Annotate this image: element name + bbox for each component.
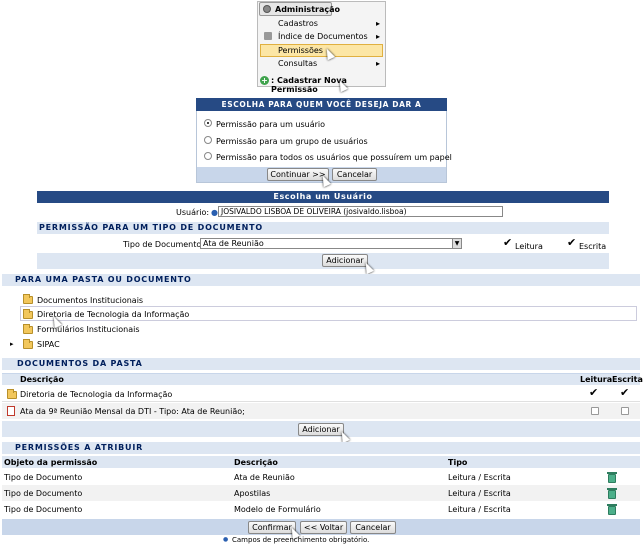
radio-role-label: Permissão para todos os usuários que pos… (216, 153, 452, 162)
chevron-down-icon: ▼ (452, 239, 461, 248)
lock-icon (264, 32, 272, 40)
chevron-right-icon: ▸ (375, 59, 380, 68)
menu-item-indice[interactable]: Índice de Documentos ▸ (260, 31, 383, 43)
menu-item-consultas-label: Consultas (278, 59, 318, 68)
radio-group[interactable] (204, 136, 212, 144)
leitura-check-icon[interactable]: ✔ (589, 387, 598, 398)
docs-header-escrita: Escrita (612, 375, 643, 384)
cancel-choose-button[interactable]: Cancelar (332, 168, 377, 181)
chevron-right-icon: ▸ (375, 32, 380, 41)
perms-table-header (2, 456, 640, 468)
perm-row-description: Apostilas (234, 489, 271, 498)
back-button[interactable]: << Voltar (300, 521, 347, 534)
folder-icon (7, 389, 17, 399)
perm-row-type: Leitura / Escrita (448, 489, 511, 498)
doc-type-select-value: Ata de Reunião (203, 239, 264, 248)
perm-row-description: Ata de Reunião (234, 473, 295, 482)
admin-menu-header[interactable]: Administração (259, 2, 340, 16)
perms-header-tipo: Tipo (448, 458, 468, 467)
docs-section-title: Documentos da Pasta (2, 358, 640, 370)
folder-icon (23, 339, 33, 349)
perm-row-object: Tipo de Documento (4, 473, 83, 482)
chevron-right-icon: ▸ (375, 19, 380, 28)
perms-section-title: Permissões a atribuir (2, 442, 640, 454)
new-permission-label: : Cadastrar Nova Permissão (271, 76, 347, 94)
user-input-value: JOSIVALDO LISBOA DE OLIVEIRA (josivaldo.… (221, 207, 407, 216)
admin-gear-icon (263, 5, 271, 13)
cancel-button[interactable]: Cancelar (350, 521, 396, 534)
menu-item-permissoes[interactable]: Permissões (260, 44, 383, 57)
doc-type-section-title: Permissão para um tipo de documento (37, 222, 609, 234)
perm-row-description: Modelo de Formulário (234, 505, 321, 514)
add-docs-button[interactable]: Adicionar (298, 423, 344, 436)
table-row (2, 501, 640, 517)
folder-item-label[interactable]: Formulários Institucionais (37, 325, 140, 334)
folder-icon (23, 294, 33, 304)
required-mark-icon: ● (211, 208, 218, 217)
leitura-label: Leitura (515, 242, 543, 251)
perm-row-type: Leitura / Escrita (448, 473, 511, 482)
docs-row-description: Diretoria de Tecnologia da Informação (20, 390, 173, 399)
admin-menu-title: Administração (275, 5, 340, 14)
menu-item-cadastros[interactable]: Cadastros ▸ (260, 18, 383, 30)
folder-icon (23, 324, 33, 334)
expand-icon[interactable]: ▸ (10, 340, 14, 348)
menu-item-indice-label: Índice de Documentos (278, 32, 368, 41)
perm-row-object: Tipo de Documento (4, 505, 83, 514)
perm-row-type: Leitura / Escrita (448, 505, 511, 514)
user-label: Usuário: (176, 208, 210, 217)
menu-item-consultas[interactable]: Consultas ▸ (260, 58, 383, 70)
perm-row-object: Tipo de Documento (4, 489, 83, 498)
new-permission-link[interactable]: + : Cadastrar Nova Permissão (259, 75, 387, 94)
radio-group-label: Permissão para um grupo de usuários (216, 137, 368, 146)
folder-item-label[interactable]: Diretoria de Tecnologia da Informação (37, 310, 189, 319)
radio-user[interactable] (204, 119, 212, 127)
table-row (2, 469, 640, 485)
folder-item-label[interactable]: SIPAC (37, 340, 60, 349)
perms-header-descricao: Descrição (234, 458, 278, 467)
doc-type-label: Tipo de Documento: (123, 240, 204, 249)
user-input[interactable]: JOSIVALDO LISBOA DE OLIVEIRA (josivaldo.… (218, 206, 503, 217)
leitura-checkbox[interactable] (591, 407, 599, 415)
menu-item-permissoes-label: Permissões (278, 46, 323, 55)
folder-item-label[interactable]: Documentos Institucionais (37, 296, 143, 305)
folder-icon (23, 309, 33, 319)
escrita-label: Escrita (579, 242, 607, 251)
folder-section-title: Para uma pasta ou documento (2, 274, 640, 286)
add-doc-type-button[interactable]: Adicionar (322, 254, 368, 267)
docs-header-descricao: Descrição (20, 375, 64, 384)
docs-table-header (2, 373, 640, 385)
pdf-file-icon (7, 406, 15, 416)
user-panel-title: Escolha um Usuário (37, 191, 609, 203)
doc-type-select[interactable]: Ata de Reunião ▼ (200, 238, 462, 249)
remove-trash-icon[interactable] (607, 504, 617, 515)
radio-user-label: Permissão para um usuário (216, 120, 326, 129)
escrita-check-icon[interactable]: ✔ (620, 387, 629, 398)
perms-header-objeto: Objeto da permissão (4, 458, 98, 467)
menu-item-cadastros-label: Cadastros (278, 19, 318, 28)
escrita-checkbox[interactable] (621, 407, 629, 415)
remove-trash-icon[interactable] (607, 488, 617, 499)
choose-panel-title: Escolha para quem você deseja dar a perm… (196, 98, 447, 122)
escrita-check-icon[interactable]: ✔ (567, 237, 576, 248)
table-row (2, 485, 640, 501)
docs-header-leitura: Leitura (580, 375, 613, 384)
docs-row-description: Ata da 9ª Reunião Mensal da DTI - Tipo: … (20, 407, 245, 416)
radio-role[interactable] (204, 152, 212, 160)
required-note: Campos de preenchimento obrigatório. (232, 536, 370, 544)
add-icon: + (260, 76, 269, 85)
remove-trash-icon[interactable] (607, 472, 617, 483)
leitura-check-icon[interactable]: ✔ (503, 237, 512, 248)
